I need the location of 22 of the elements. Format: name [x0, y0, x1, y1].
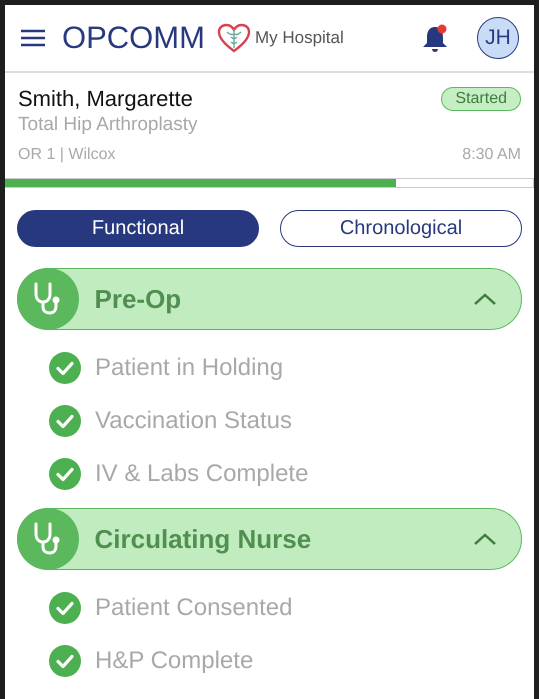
hospital-name: My Hospital	[254, 28, 344, 48]
section-title: Pre-Op	[94, 284, 182, 314]
user-avatar[interactable]: JH	[477, 17, 519, 59]
view-tab[interactable]: Functional	[17, 210, 259, 247]
task-label: IV & Labs Complete	[95, 460, 308, 488]
task-label: Patient Consented	[95, 594, 292, 622]
chevron-icon[interactable]	[473, 532, 497, 546]
view-tab[interactable]: Chronological	[280, 210, 522, 247]
task-label: Patient in Holding	[95, 354, 284, 382]
task-label: H&P Complete	[95, 646, 254, 674]
status-badge: Started	[441, 87, 521, 111]
notification-bell-icon[interactable]	[421, 23, 449, 53]
app-logo: OPCOMM	[62, 20, 205, 56]
case-time: 8:30 AM	[462, 146, 521, 164]
chevron-icon[interactable]	[473, 292, 497, 306]
task-label: Vaccination Status	[95, 406, 292, 434]
heart-caduceus-icon	[216, 23, 251, 53]
section-title: Circulating Nurse	[94, 524, 312, 554]
patient-name: Smith, Margarette	[18, 86, 193, 112]
room-surgeon: OR 1 | Wilcox	[18, 146, 116, 164]
menu-icon[interactable]	[20, 29, 46, 47]
procedure-name: Total Hip Arthroplasty	[18, 114, 199, 136]
